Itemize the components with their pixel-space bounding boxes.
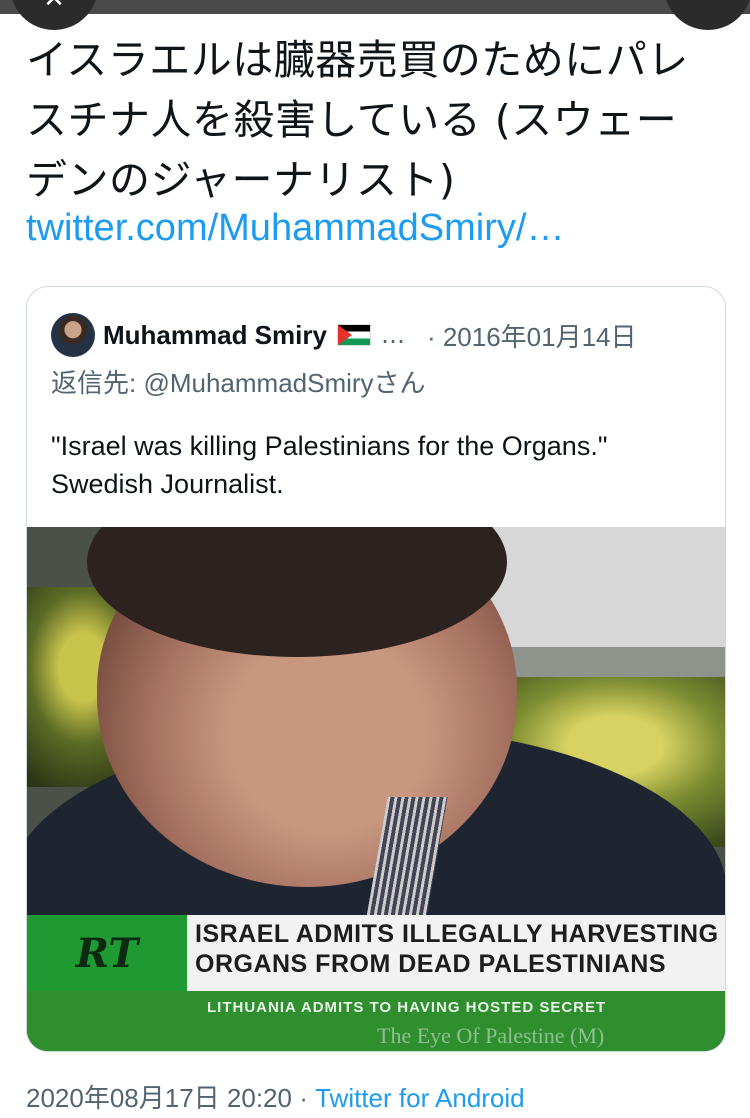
avatar[interactable] [51, 313, 95, 357]
quoted-tweet-card[interactable]: Muhammad Smiry … · 2016年01月14日 返信先: @Muh… [26, 286, 726, 1052]
close-button[interactable]: ✕ [10, 0, 98, 30]
tweet-link[interactable]: twitter.com/MuhammadSmiry/… [26, 200, 726, 256]
name-ellipsis: … [380, 321, 405, 349]
quoted-tweet-date[interactable]: · 2016年01月14日 [427, 317, 637, 354]
tweet-source[interactable]: Twitter for Android [315, 1083, 525, 1113]
video-thumbnail[interactable]: RT ISRAEL ADMITS ILLEGALLY HARVESTING OR… [27, 527, 725, 1051]
top-bar [0, 0, 750, 14]
news-headline-line: ISRAEL ADMITS ILLEGALLY HARVESTING [195, 920, 719, 948]
tweet-footer: 2020年08月17日 20:20 · Twitter for Android [26, 1078, 525, 1115]
quoted-tweet-line: "Israel was killing Palestinians for the… [51, 431, 608, 461]
quoted-tweet-header: Muhammad Smiry … · 2016年01月14日 [51, 311, 711, 359]
news-ticker-text: LITHUANIA ADMITS TO HAVING HOSTED SECRET [207, 999, 607, 1016]
news-headline-line: ORGANS FROM DEAD PALESTINIANS [195, 950, 666, 978]
rt-logo: RT [27, 915, 187, 991]
reply-to-label: 返信先: @MuhammadSmiryさん [51, 368, 426, 398]
tweet-timestamp[interactable]: 2020年08月17日 20:20 · [26, 1083, 308, 1113]
tweet-text-line: スチナ人を殺害している (スウェー [26, 96, 678, 144]
author-name[interactable]: Muhammad Smiry [103, 320, 327, 351]
quoted-tweet-text: "Israel was killing Palestinians for the… [51, 427, 701, 503]
palestine-flag-icon [336, 324, 371, 346]
more-button[interactable] [664, 0, 750, 30]
news-headline: ISRAEL ADMITS ILLEGALLY HARVESTING ORGAN… [195, 919, 725, 979]
video-watermark: The Eye Of Palestine (M) [377, 1023, 605, 1048]
tweet-text-line: イスラエルは臓器売買のためにパレ [26, 36, 689, 84]
close-icon: ✕ [43, 0, 65, 12]
quoted-tweet-line: Swedish Journalist. [51, 469, 284, 499]
tweet-text: イスラエルは臓器売買のためにパレ スチナ人を殺害している (スウェー デンのジャ… [26, 30, 726, 210]
